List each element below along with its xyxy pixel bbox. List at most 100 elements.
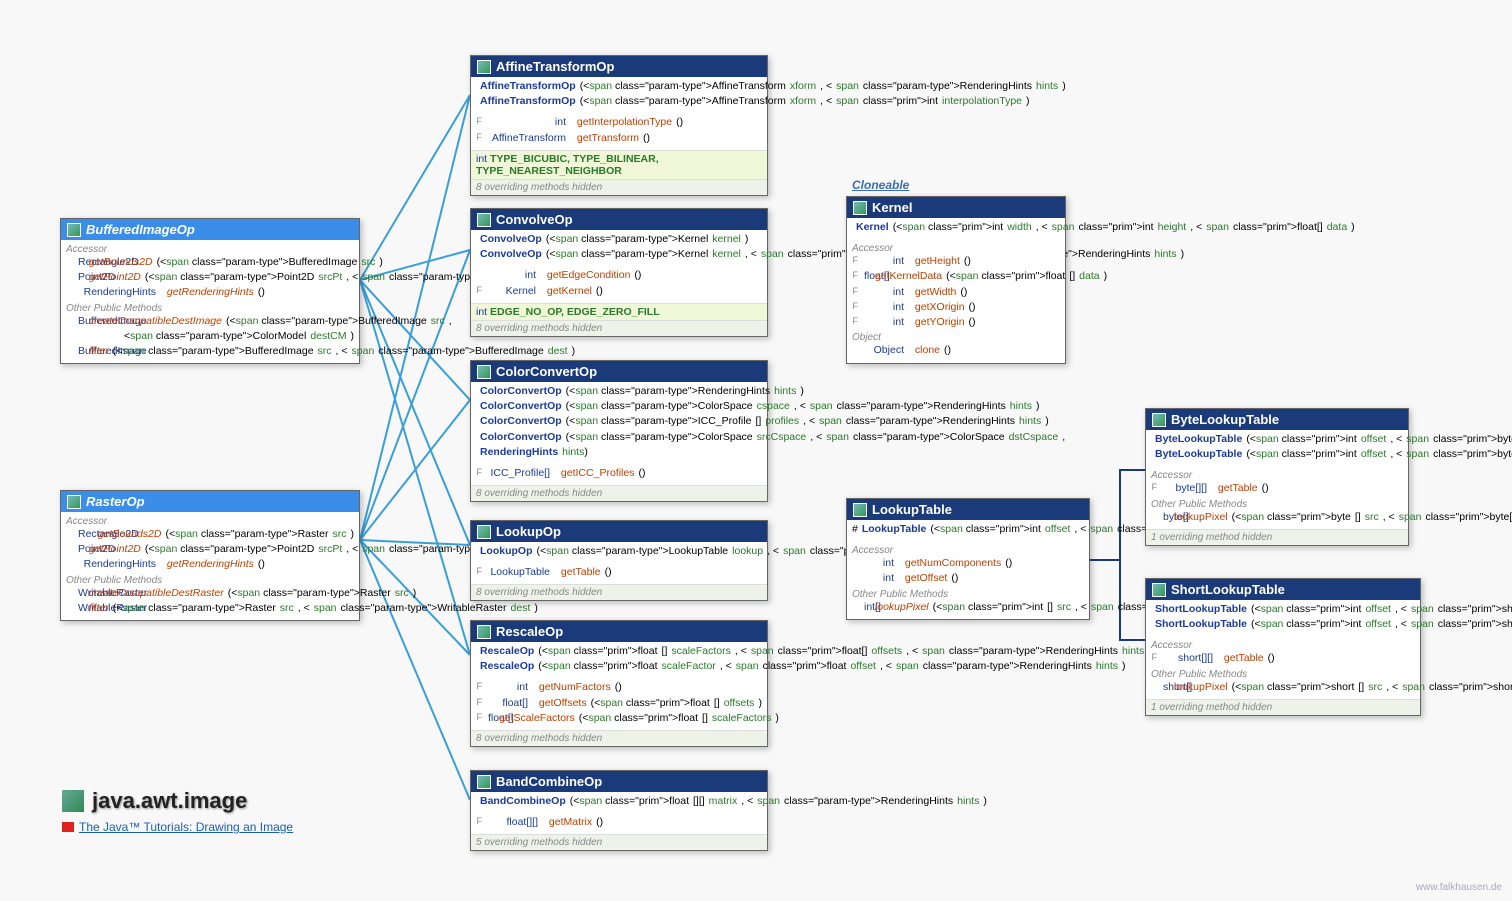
class-title: AffineTransformOp — [496, 59, 614, 74]
class-title: ColorConvertOp — [496, 364, 597, 379]
class-title: BufferedImageOp — [86, 222, 195, 237]
class-title: BandCombineOp — [496, 774, 602, 789]
class-box-lookuptable: LookupTable # LookupTable (<span class="… — [846, 498, 1090, 620]
constructor-row: ColorConvertOp (<span class="param-type"… — [476, 384, 762, 399]
class-header: ColorConvertOp — [471, 361, 767, 382]
class-box-colorconvertop: ColorConvertOp ColorConvertOp (<span cla… — [470, 360, 768, 502]
section-label: Accessor — [852, 241, 1060, 254]
class-header: LookupOp — [471, 521, 767, 542]
member-row: Ffloat[] getOffsets (<span class="prim">… — [476, 696, 762, 711]
class-icon — [1152, 413, 1166, 427]
class-icon — [853, 201, 867, 215]
constructor-row: RescaleOp (<span class="prim">float[] sc… — [476, 644, 762, 659]
member-row: Fint getInterpolationType () — [476, 115, 762, 130]
section-label: Object — [852, 330, 1060, 343]
member-row: Rectangle2D getBounds2D (<span class="pa… — [66, 527, 354, 542]
constructor-row: ByteLookupTable (<span class="prim">int … — [1151, 432, 1403, 447]
class-box-affinetransformop: AffineTransformOp AffineTransformOp (<sp… — [470, 55, 768, 196]
member-row: int getNumComponents () — [852, 556, 1084, 571]
member-row: Point2D getPoint2D (<span class="param-t… — [66, 270, 354, 285]
class-header: ShortLookupTable — [1146, 579, 1420, 600]
package-name: java.awt.image — [92, 788, 247, 814]
hidden-note: 1 overriding method hidden — [1146, 699, 1420, 715]
class-title: RescaleOp — [496, 624, 563, 639]
member-row: RenderingHints getRenderingHints () — [66, 285, 354, 300]
class-header: BandCombineOp — [471, 771, 767, 792]
section-label: Accessor — [66, 514, 354, 527]
class-title: ShortLookupTable — [1171, 582, 1285, 597]
member-row: Fshort[][] getTable () — [1151, 651, 1415, 666]
tutorial-link[interactable]: The Java™ Tutorials: Drawing an Image — [62, 820, 293, 834]
hidden-note: 8 overriding methods hidden — [471, 730, 767, 746]
class-box-rescaleop: RescaleOp RescaleOp (<span class="prim">… — [470, 620, 768, 747]
member-row: BufferedImage createCompatibleDestImage … — [66, 314, 354, 329]
class-box-bandcombineop: BandCombineOp BandCombineOp (<span class… — [470, 770, 768, 851]
class-box-convolveop: ConvolveOp ConvolveOp (<span class="para… — [470, 208, 768, 337]
class-icon — [1152, 583, 1166, 597]
oracle-icon — [62, 822, 74, 832]
member-row: FICC_Profile[] getICC_Profiles () — [476, 466, 762, 481]
member-row: RenderingHints getRenderingHints () — [66, 557, 354, 572]
class-icon — [477, 365, 491, 379]
package-title: java.awt.image — [62, 788, 247, 814]
class-title: ByteLookupTable — [1171, 412, 1279, 427]
constructor-row: LookupOp (<span class="param-type">Looku… — [476, 544, 762, 559]
section-label: Accessor — [66, 242, 354, 255]
hidden-note: 8 overriding methods hidden — [471, 584, 767, 600]
class-box-bufferedimageop: BufferedImageOp Accessor Rectangle2D get… — [60, 218, 360, 364]
section-label: Other Public Methods — [66, 301, 354, 314]
class-header: ByteLookupTable — [1146, 409, 1408, 430]
section-label: Other Public Methods — [66, 573, 354, 586]
member-row: FAffineTransform getTransform () — [476, 131, 762, 146]
class-box-kernel: Kernel Kernel (<span class="prim">int wi… — [846, 196, 1066, 364]
member-row: Fint getNumFactors () — [476, 680, 762, 695]
member-row: Ffloat[][] getMatrix () — [476, 815, 762, 830]
constructor-row: AffineTransformOp (<span class="param-ty… — [476, 79, 762, 94]
class-title: Kernel — [872, 200, 912, 215]
class-header: LookupTable — [847, 499, 1089, 520]
member-row: Fint getXOrigin () — [852, 300, 1060, 315]
interface-label-cloneable[interactable]: Cloneable — [852, 178, 909, 192]
section-label: Accessor — [1151, 638, 1415, 651]
class-header: ConvolveOp — [471, 209, 767, 230]
hidden-note: 8 overriding methods hidden — [471, 320, 767, 336]
constructor-row: ShortLookupTable (<span class="prim">int… — [1151, 617, 1415, 632]
member-row: Fint getWidth () — [852, 285, 1060, 300]
member-row: Object clone () — [852, 343, 1060, 358]
member-row: BufferedImage filter (<span class="param… — [66, 344, 354, 359]
section-label: Other Public Methods — [852, 587, 1084, 600]
constructor-row: ByteLookupTable (<span class="prim">int … — [1151, 447, 1403, 462]
member-row: Fint getHeight () — [852, 254, 1060, 269]
class-header: RescaleOp — [471, 621, 767, 642]
class-title: ConvolveOp — [496, 212, 573, 227]
class-icon — [477, 213, 491, 227]
section-label: Accessor — [1151, 468, 1403, 481]
member-row: WritableRaster createCompatibleDestRaste… — [66, 586, 354, 601]
class-title: LookupOp — [496, 524, 561, 539]
member-row: int[] lookupPixel (<span class="prim">in… — [852, 600, 1084, 615]
constants-row: int int TYPE_BICUBIC, TYPE_BILINEAR, TYP… — [471, 150, 767, 179]
hidden-note: 5 overriding methods hidden — [471, 834, 767, 850]
constructor-row: ShortLookupTable (<span class="prim">int… — [1151, 602, 1415, 617]
constructor-row: ConvolveOp (<span class="param-type">Ker… — [476, 232, 762, 247]
constructor-row: AffineTransformOp (<span class="param-ty… — [476, 94, 762, 109]
class-header: Kernel — [847, 197, 1065, 218]
member-row: FLookupTable getTable () — [476, 565, 762, 580]
member-row: Fint getYOrigin () — [852, 315, 1060, 330]
package-icon — [62, 790, 84, 812]
constructor-row: BandCombineOp (<span class="prim">float[… — [476, 794, 762, 809]
class-icon — [477, 525, 491, 539]
class-box-lookupop: LookupOp LookupOp (<span class="param-ty… — [470, 520, 768, 601]
class-icon — [67, 223, 81, 237]
class-box-shortlookuptable: ShortLookupTable ShortLookupTable (<span… — [1145, 578, 1421, 716]
class-icon — [477, 775, 491, 789]
member-row: Rectangle2D getBounds2D (<span class="pa… — [66, 255, 354, 270]
section-label: Other Public Methods — [1151, 497, 1403, 510]
constructor-row: # LookupTable (<span class="prim">int of… — [852, 522, 1084, 537]
class-title: LookupTable — [872, 502, 952, 517]
class-icon — [477, 625, 491, 639]
constructor-row: ColorConvertOp (<span class="param-type"… — [476, 399, 762, 414]
constants-row: int EDGE_NO_OP, EDGE_ZERO_FILL — [471, 303, 767, 320]
member-row: Point2D getPoint2D (<span class="param-t… — [66, 542, 354, 557]
section-label: Accessor — [852, 543, 1084, 556]
